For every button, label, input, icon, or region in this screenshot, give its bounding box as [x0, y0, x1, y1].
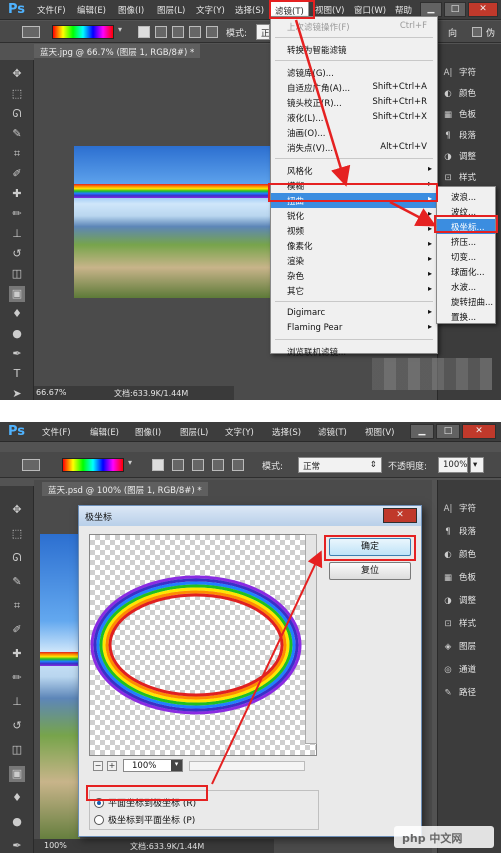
photoshop-window-filter-menu: Ps 文件(F) 编辑(E) 图像(I) 图层(L) 文字(Y) 选择(S) 滤…	[0, 0, 501, 400]
watermark-text: php 中文网	[402, 832, 463, 845]
watermark-logo: php 中文网	[394, 826, 494, 848]
watermark	[372, 358, 492, 390]
guide-arrows	[294, 19, 437, 227]
photoshop-window-polar-dialog: Ps 文件(F) 编辑(E) 图像(I) 图层(L) 文字(Y) 选择(S) 滤…	[0, 422, 501, 853]
guide-arrow	[211, 550, 323, 785]
